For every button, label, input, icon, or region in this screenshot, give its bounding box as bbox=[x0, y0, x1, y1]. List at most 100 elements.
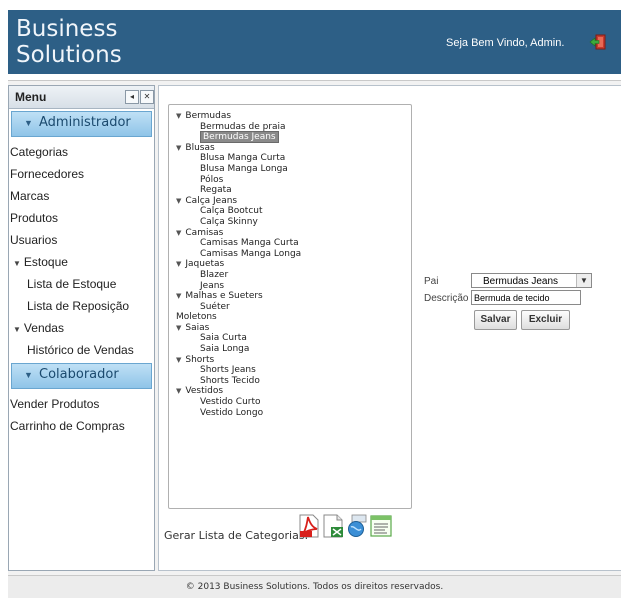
sidebar-group-estoque[interactable]: ▼ Estoque bbox=[9, 251, 154, 273]
descricao-label: Descrição bbox=[424, 293, 469, 304]
tree-node-label: Shorts Jeans bbox=[200, 365, 256, 376]
tree-child-node[interactable]: Shorts Tecido bbox=[169, 376, 411, 387]
expand-triangle-icon[interactable]: ▼ bbox=[176, 229, 181, 237]
tree-node-label: Blazer bbox=[200, 269, 229, 280]
tree-node-label: Calça Jeans bbox=[185, 195, 238, 206]
sidebar-item-historico-vendas[interactable]: Histórico de Vendas bbox=[9, 339, 154, 361]
sidebar-item-usuarios[interactable]: Usuarios bbox=[9, 229, 154, 251]
tree-node-label: Jaquetas bbox=[185, 259, 225, 270]
expand-triangle-icon[interactable]: ▼ bbox=[176, 356, 181, 364]
chevron-down-icon[interactable]: ▼ bbox=[576, 274, 591, 287]
tree-child-node[interactable]: Saia Longa bbox=[169, 344, 411, 355]
logout-icon[interactable] bbox=[589, 34, 607, 50]
tree-node-label: Camisas bbox=[185, 227, 224, 238]
web-export-icon[interactable] bbox=[346, 514, 368, 538]
close-icon[interactable]: ✕ bbox=[140, 90, 154, 104]
tree-node[interactable]: ▼ Saias bbox=[169, 323, 411, 334]
tree-node-label: Saias bbox=[185, 322, 210, 333]
pdf-icon[interactable] bbox=[298, 514, 320, 538]
footer: © 2013 Business Solutions. Todos os dire… bbox=[8, 575, 621, 598]
tree-child-node[interactable]: Pólos bbox=[169, 175, 411, 186]
expand-triangle-icon[interactable]: ▼ bbox=[176, 387, 181, 395]
excel-icon[interactable] bbox=[322, 514, 344, 538]
text-document-icon[interactable] bbox=[370, 514, 392, 538]
tree-child-node[interactable]: Blazer bbox=[169, 270, 411, 281]
sidebar-item-produtos[interactable]: Produtos bbox=[9, 207, 154, 229]
tree-child-node[interactable]: Suéter bbox=[169, 302, 411, 313]
tree-child-node[interactable]: Jeans bbox=[169, 281, 411, 292]
expand-triangle-icon: ▼ bbox=[13, 325, 21, 334]
tree-child-node[interactable]: Saia Curta bbox=[169, 333, 411, 344]
tree-node[interactable]: ▼ Vestidos bbox=[169, 386, 411, 397]
sidebar-item-lista-estoque[interactable]: Lista de Estoque bbox=[9, 273, 154, 295]
delete-button[interactable]: Excluir bbox=[521, 310, 570, 330]
expand-triangle-icon: ▼ bbox=[13, 259, 21, 268]
tree-node-label: Calça Bootcut bbox=[200, 206, 263, 217]
chevron-down-icon: ▼ bbox=[24, 370, 33, 380]
sidebar-item-lista-reposicao[interactable]: Lista de Reposição bbox=[9, 295, 154, 317]
tree-node-label: Bermudas bbox=[185, 111, 232, 121]
sidebar-item-fornecedores[interactable]: Fornecedores bbox=[9, 163, 154, 185]
tree-node[interactable]: ▼ Blusas bbox=[169, 143, 411, 154]
tree-node-label: Blusa Manga Longa bbox=[200, 163, 288, 174]
tree-rows: ▼ Bermudas Bermudas de praia Bermudas Jeans… bbox=[169, 111, 411, 418]
descricao-input[interactable] bbox=[471, 290, 581, 305]
expand-triangle-icon[interactable]: ▼ bbox=[176, 260, 181, 268]
tree-node[interactable]: ▼ Camisas bbox=[169, 228, 411, 239]
tree-child-node[interactable]: Camisas Manga Longa bbox=[169, 249, 411, 260]
tree-child-node[interactable]: Vestido Curto bbox=[169, 397, 411, 408]
section-label: Colaborador bbox=[39, 367, 119, 382]
welcome-text: Seja Bem Vindo, Admin. bbox=[446, 37, 565, 49]
tree-node-label: Vestido Longo bbox=[200, 407, 264, 418]
tree-node-label: Malhas e Sueters bbox=[185, 291, 263, 302]
expand-triangle-icon[interactable]: ▼ bbox=[176, 324, 181, 332]
brand-logo: Business Solutions bbox=[16, 16, 122, 68]
tree-node-label: Saia Curta bbox=[200, 333, 247, 344]
tree-node-label: Moletons bbox=[176, 312, 217, 323]
tree-node[interactable]: ▼ Calça Jeans bbox=[169, 196, 411, 207]
tree-node-label: Shorts Tecido bbox=[200, 375, 260, 386]
tree-child-node[interactable]: Calça Skinny bbox=[169, 217, 411, 228]
section-colaborador[interactable]: ▼ Colaborador bbox=[11, 363, 152, 389]
chevron-down-icon: ▼ bbox=[24, 118, 33, 128]
sidebar-item-marcas[interactable]: Marcas bbox=[9, 185, 154, 207]
tree-node[interactable]: ▼ Bermudas bbox=[169, 111, 411, 122]
tree-node-label: Blusas bbox=[185, 142, 215, 153]
tree-node-label: Saia Longa bbox=[200, 344, 250, 355]
section-administrador[interactable]: ▼ Administrador bbox=[11, 111, 152, 137]
tree-node[interactable]: ▼ Jaquetas bbox=[169, 259, 411, 270]
tree-node-label: Bermudas de praia bbox=[200, 121, 286, 132]
tree-child-node[interactable]: Shorts Jeans bbox=[169, 365, 411, 376]
menu-title: Menu bbox=[15, 90, 47, 104]
sidebar-item-categorias[interactable]: Categorias bbox=[9, 141, 154, 163]
tree-child-node[interactable]: Blusa Manga Curta bbox=[169, 153, 411, 164]
expand-triangle-icon[interactable]: ▼ bbox=[176, 292, 181, 300]
brand-line1: Business bbox=[16, 16, 118, 42]
tree-node-label: Vestido Curto bbox=[200, 397, 261, 408]
category-tree[interactable]: ▼ Bermudas Bermudas de praia Bermudas Jeans… bbox=[168, 104, 412, 509]
sidebar-menu: Menu ◂ ✕ ▼ Administrador Categorias Forn… bbox=[8, 85, 155, 571]
sidebar-group-label: Vendas bbox=[23, 321, 64, 335]
sidebar-item-carrinho[interactable]: Carrinho de Compras bbox=[9, 415, 154, 437]
app-header: Business Solutions Seja Bem Vindo, Admin… bbox=[8, 10, 621, 74]
expand-triangle-icon[interactable]: ▼ bbox=[176, 197, 181, 205]
tree-node[interactable]: ▼ Shorts bbox=[169, 355, 411, 366]
tree-node[interactable]: ▼ Malhas e Sueters bbox=[169, 291, 411, 302]
tree-child-node[interactable]: Camisas Manga Curta bbox=[169, 238, 411, 249]
tree-child-node[interactable]: Regata bbox=[169, 185, 411, 196]
tree-node[interactable]: Moletons bbox=[169, 312, 411, 323]
save-button[interactable]: Salvar bbox=[474, 310, 517, 330]
tree-child-node[interactable]: Bermudas Jeans bbox=[169, 131, 411, 144]
tree-node-label: Regata bbox=[200, 185, 232, 196]
sidebar-group-vendas[interactable]: ▼ Vendas bbox=[9, 317, 154, 339]
tree-child-node[interactable]: Vestido Longo bbox=[169, 408, 411, 419]
pai-select[interactable]: Bermudas Jeans ▼ bbox=[471, 273, 592, 288]
tree-child-node[interactable]: Calça Bootcut bbox=[169, 206, 411, 217]
expand-triangle-icon[interactable]: ▼ bbox=[176, 144, 181, 152]
collapse-left-icon[interactable]: ◂ bbox=[125, 90, 139, 104]
tree-child-node[interactable]: Blusa Manga Longa bbox=[169, 164, 411, 175]
pai-selected-value: Bermudas Jeans bbox=[483, 276, 559, 287]
expand-triangle-icon[interactable]: ▼ bbox=[176, 112, 181, 120]
sidebar-item-vender-produtos[interactable]: Vender Produtos bbox=[9, 393, 154, 415]
menu-header: Menu ◂ ✕ bbox=[9, 86, 154, 109]
